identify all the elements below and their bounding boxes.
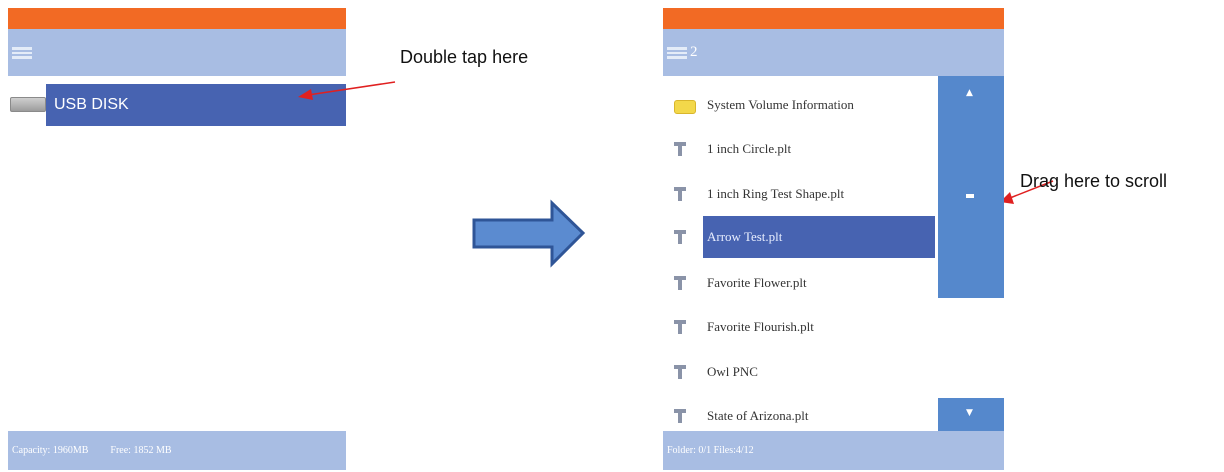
scrollbar[interactable]: ▲ ▼ <box>938 76 1004 431</box>
menu-icon[interactable] <box>667 46 687 59</box>
scroll-down-button[interactable]: ▼ <box>938 398 1004 431</box>
list-item[interactable]: 1 inch Ring Test Shape.plt <box>663 173 938 215</box>
list-item[interactable]: System Volume Information <box>663 84 938 126</box>
file-name: Favorite Flourish.plt <box>707 319 814 334</box>
file-icon <box>674 320 686 334</box>
right-screen: 2 System Volume Information 1 inch Circl… <box>663 8 1004 470</box>
status-bar: Folder: 0/1 Files:4/12 <box>663 431 1004 470</box>
scroll-down-icon: ▼ <box>966 408 973 418</box>
list-item[interactable]: Owl PNC <box>663 351 938 393</box>
double-tap-pointer-arrow <box>298 81 396 100</box>
file-name: Owl PNC <box>707 364 758 379</box>
overlay-graphics <box>298 81 1054 268</box>
top-bar <box>663 8 1004 29</box>
list-item[interactable]: Favorite Flourish.plt <box>663 306 938 348</box>
right-arrow-icon <box>472 199 586 268</box>
file-name: 1 inch Circle.plt <box>707 141 792 156</box>
title-text: 2 <box>690 44 698 60</box>
file-icon <box>674 276 686 290</box>
file-icon <box>674 365 686 379</box>
scroll-thumb[interactable]: ▲ <box>938 76 1004 298</box>
scroll-up-icon[interactable]: ▲ <box>966 88 973 98</box>
list-item-selected[interactable]: Arrow Test.plt <box>663 216 938 258</box>
file-icon <box>674 142 686 156</box>
file-icon <box>674 187 686 201</box>
status-folder-files: Folder: 0/1 Files:4/12 <box>667 445 754 456</box>
scroll-grip-icon <box>966 194 974 198</box>
file-icon <box>674 230 686 244</box>
file-icon <box>674 409 686 423</box>
title-bar: 2 <box>663 29 1004 76</box>
drag-scroll-annotation: Drag here to scroll <box>1020 171 1168 191</box>
double-tap-annotation: Double tap here <box>400 47 529 67</box>
file-name: 1 inch Ring Test Shape.plt <box>707 186 845 201</box>
list-item[interactable]: Favorite Flower.plt <box>663 262 938 304</box>
file-name: Favorite Flower.plt <box>707 275 807 290</box>
file-name: System Volume Information <box>707 97 854 112</box>
file-name: Arrow Test.plt <box>707 229 783 244</box>
folder-icon <box>674 100 696 114</box>
list-item[interactable]: 1 inch Circle.plt <box>663 128 938 170</box>
